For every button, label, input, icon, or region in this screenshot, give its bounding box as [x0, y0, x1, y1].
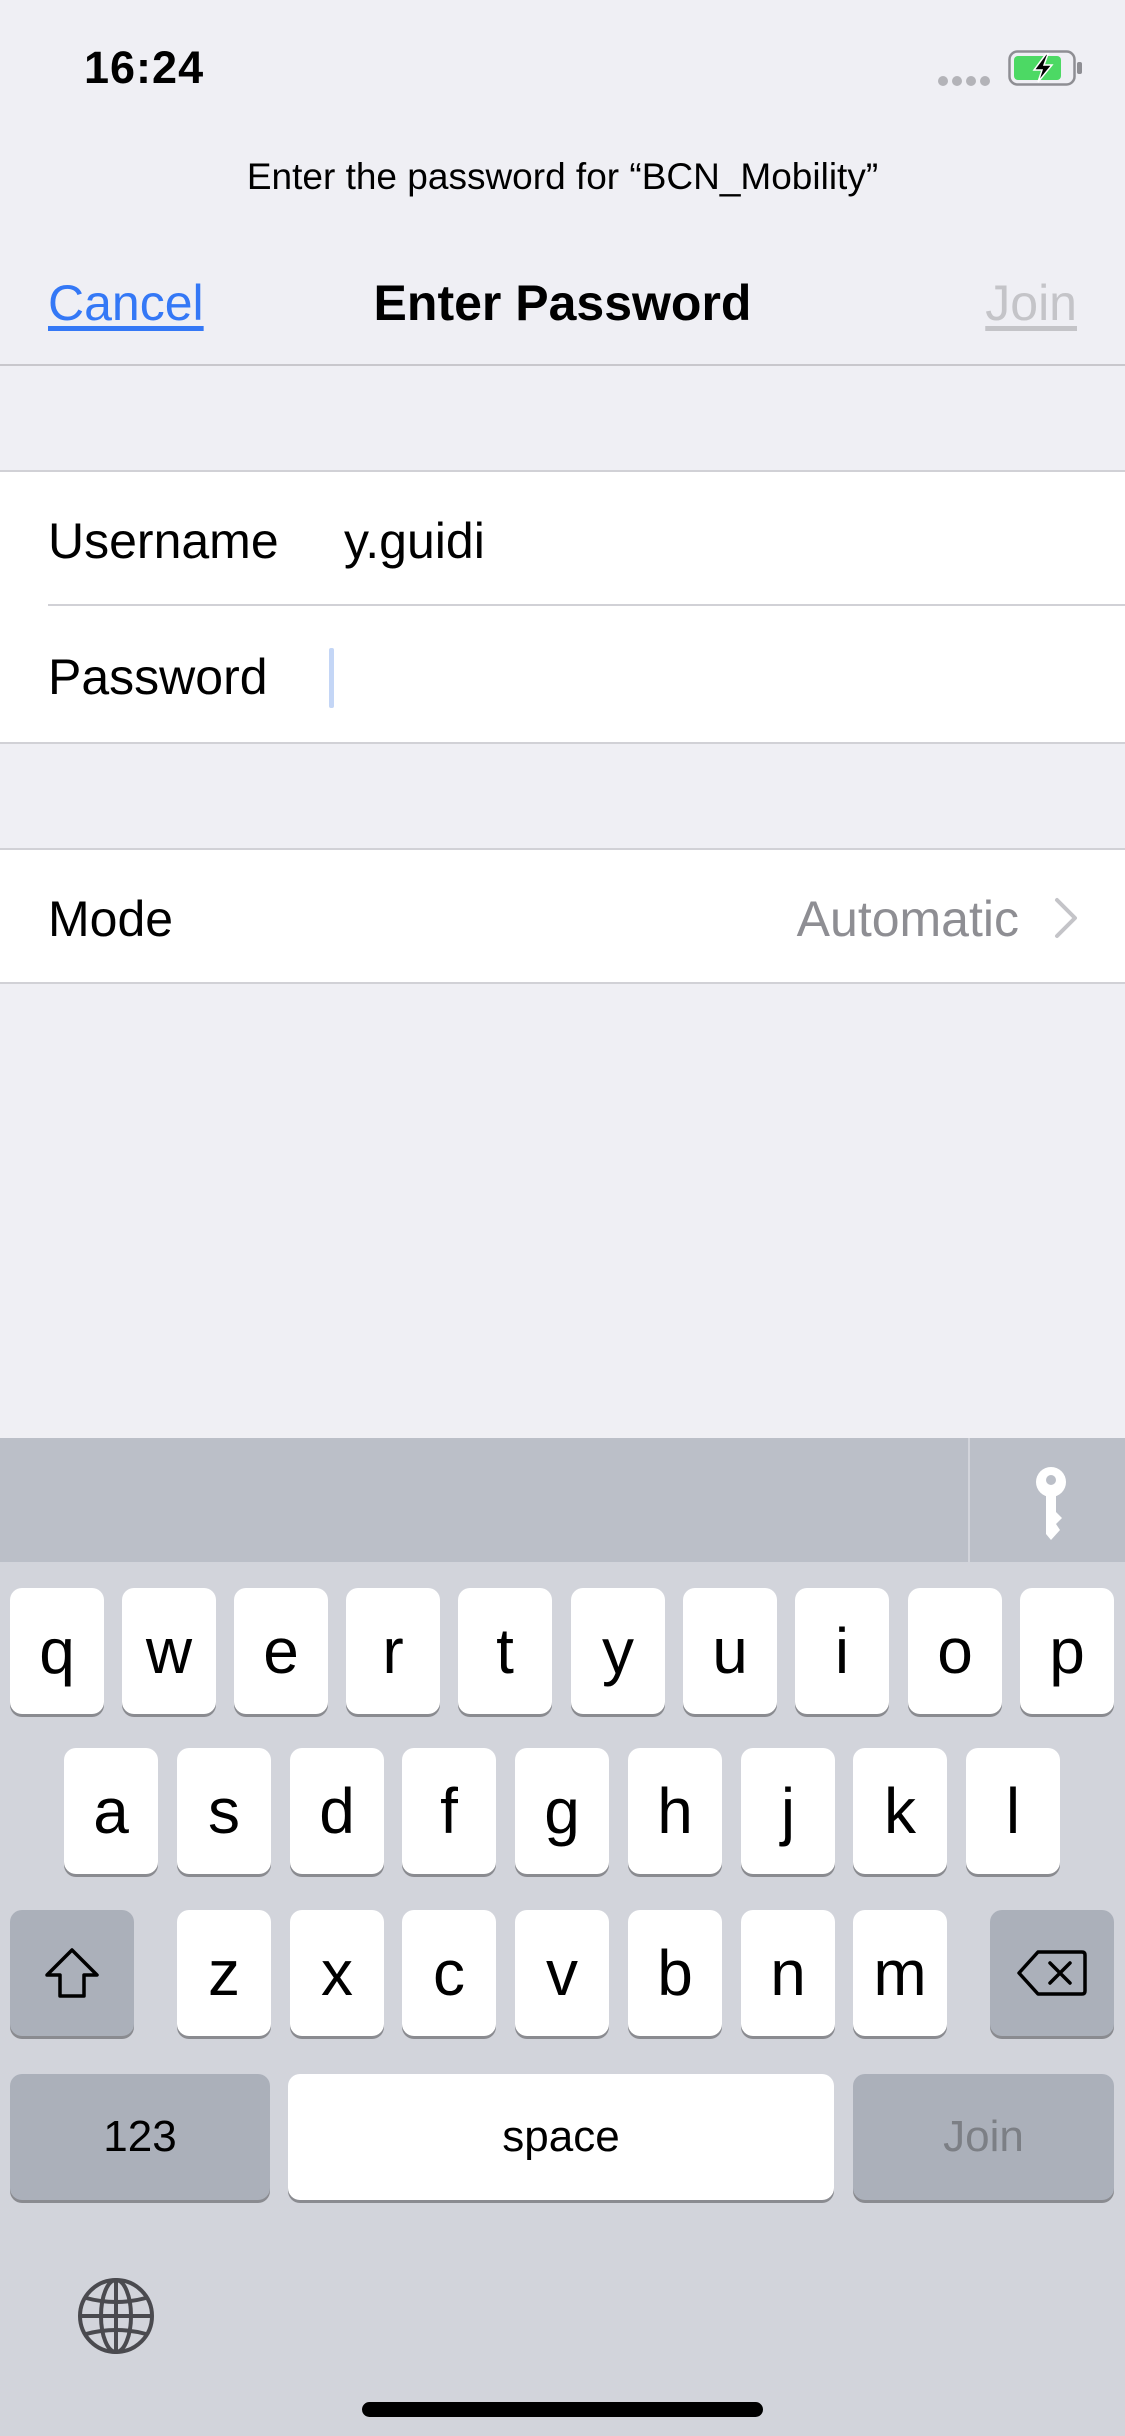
username-field[interactable]: y.guidi — [344, 512, 485, 570]
password-field[interactable] — [330, 630, 1090, 720]
delete-key[interactable] — [990, 1910, 1114, 2036]
key-f[interactable]: f — [402, 1748, 496, 1874]
keyboard-join-key[interactable]: Join — [853, 2074, 1114, 2200]
key-k[interactable]: k — [853, 1748, 947, 1874]
key-e[interactable]: e — [234, 1588, 328, 1714]
network-prompt: Enter the password for “BCN_Mobility” — [246, 156, 879, 197]
key-i[interactable]: i — [795, 1588, 889, 1714]
status-time: 16:24 — [84, 42, 205, 93]
credentials-group: Username y.guidi Password — [0, 470, 1125, 744]
key-g[interactable]: g — [515, 1748, 609, 1874]
battery-charging-icon — [1008, 50, 1082, 86]
key-a[interactable]: a — [64, 1748, 158, 1874]
key-r[interactable]: r — [346, 1588, 440, 1714]
password-row[interactable]: Password — [0, 608, 1125, 742]
keyboard: q w e r t y u i o p a s d f g h j k l z … — [0, 1438, 1125, 2436]
row-divider — [48, 604, 1125, 606]
key-c[interactable]: c — [402, 1910, 496, 2036]
mode-row[interactable]: Mode Automatic — [0, 850, 1125, 984]
delete-icon — [1017, 1950, 1087, 1996]
text-cursor — [329, 648, 334, 708]
mode-label: Mode — [48, 891, 174, 947]
toolbar-divider — [968, 1438, 970, 1562]
key-p[interactable]: p — [1020, 1588, 1114, 1714]
navigation-bar: Cancel Enter Password Join — [0, 250, 1125, 366]
globe-icon[interactable] — [76, 2276, 156, 2356]
mode-group: Mode Automatic — [0, 848, 1125, 984]
home-indicator — [362, 2402, 763, 2417]
key-u[interactable]: u — [683, 1588, 777, 1714]
key-v[interactable]: v — [515, 1910, 609, 2036]
key-q[interactable]: q — [10, 1588, 104, 1714]
key-icon[interactable] — [1022, 1464, 1080, 1542]
key-t[interactable]: t — [458, 1588, 552, 1714]
username-label: Username — [48, 513, 279, 569]
key-y[interactable]: y — [571, 1588, 665, 1714]
key-z[interactable]: z — [177, 1910, 271, 2036]
key-l[interactable]: l — [966, 1748, 1060, 1874]
join-button[interactable]: Join — [985, 274, 1077, 332]
keyboard-toolbar — [0, 1438, 1125, 1562]
key-j[interactable]: j — [741, 1748, 835, 1874]
password-label: Password — [48, 649, 268, 705]
username-row[interactable]: Username y.guidi — [0, 472, 1125, 606]
key-m[interactable]: m — [853, 1910, 947, 2036]
key-n[interactable]: n — [741, 1910, 835, 2036]
key-s[interactable]: s — [177, 1748, 271, 1874]
chevron-right-icon — [1055, 898, 1077, 938]
key-x[interactable]: x — [290, 1910, 384, 2036]
mode-value: Automatic — [796, 891, 1019, 947]
key-w[interactable]: w — [122, 1588, 216, 1714]
key-h[interactable]: h — [628, 1748, 722, 1874]
shift-icon — [45, 1948, 99, 1998]
status-bar: 16:24 — [0, 0, 1125, 136]
key-o[interactable]: o — [908, 1588, 1002, 1714]
shift-key[interactable] — [10, 1910, 134, 2036]
key-b[interactable]: b — [628, 1910, 722, 2036]
space-key[interactable]: space — [288, 2074, 834, 2200]
key-d[interactable]: d — [290, 1748, 384, 1874]
signal-dots-icon — [938, 76, 990, 86]
cancel-button[interactable]: Cancel — [48, 274, 204, 332]
numbers-key[interactable]: 123 — [10, 2074, 270, 2200]
